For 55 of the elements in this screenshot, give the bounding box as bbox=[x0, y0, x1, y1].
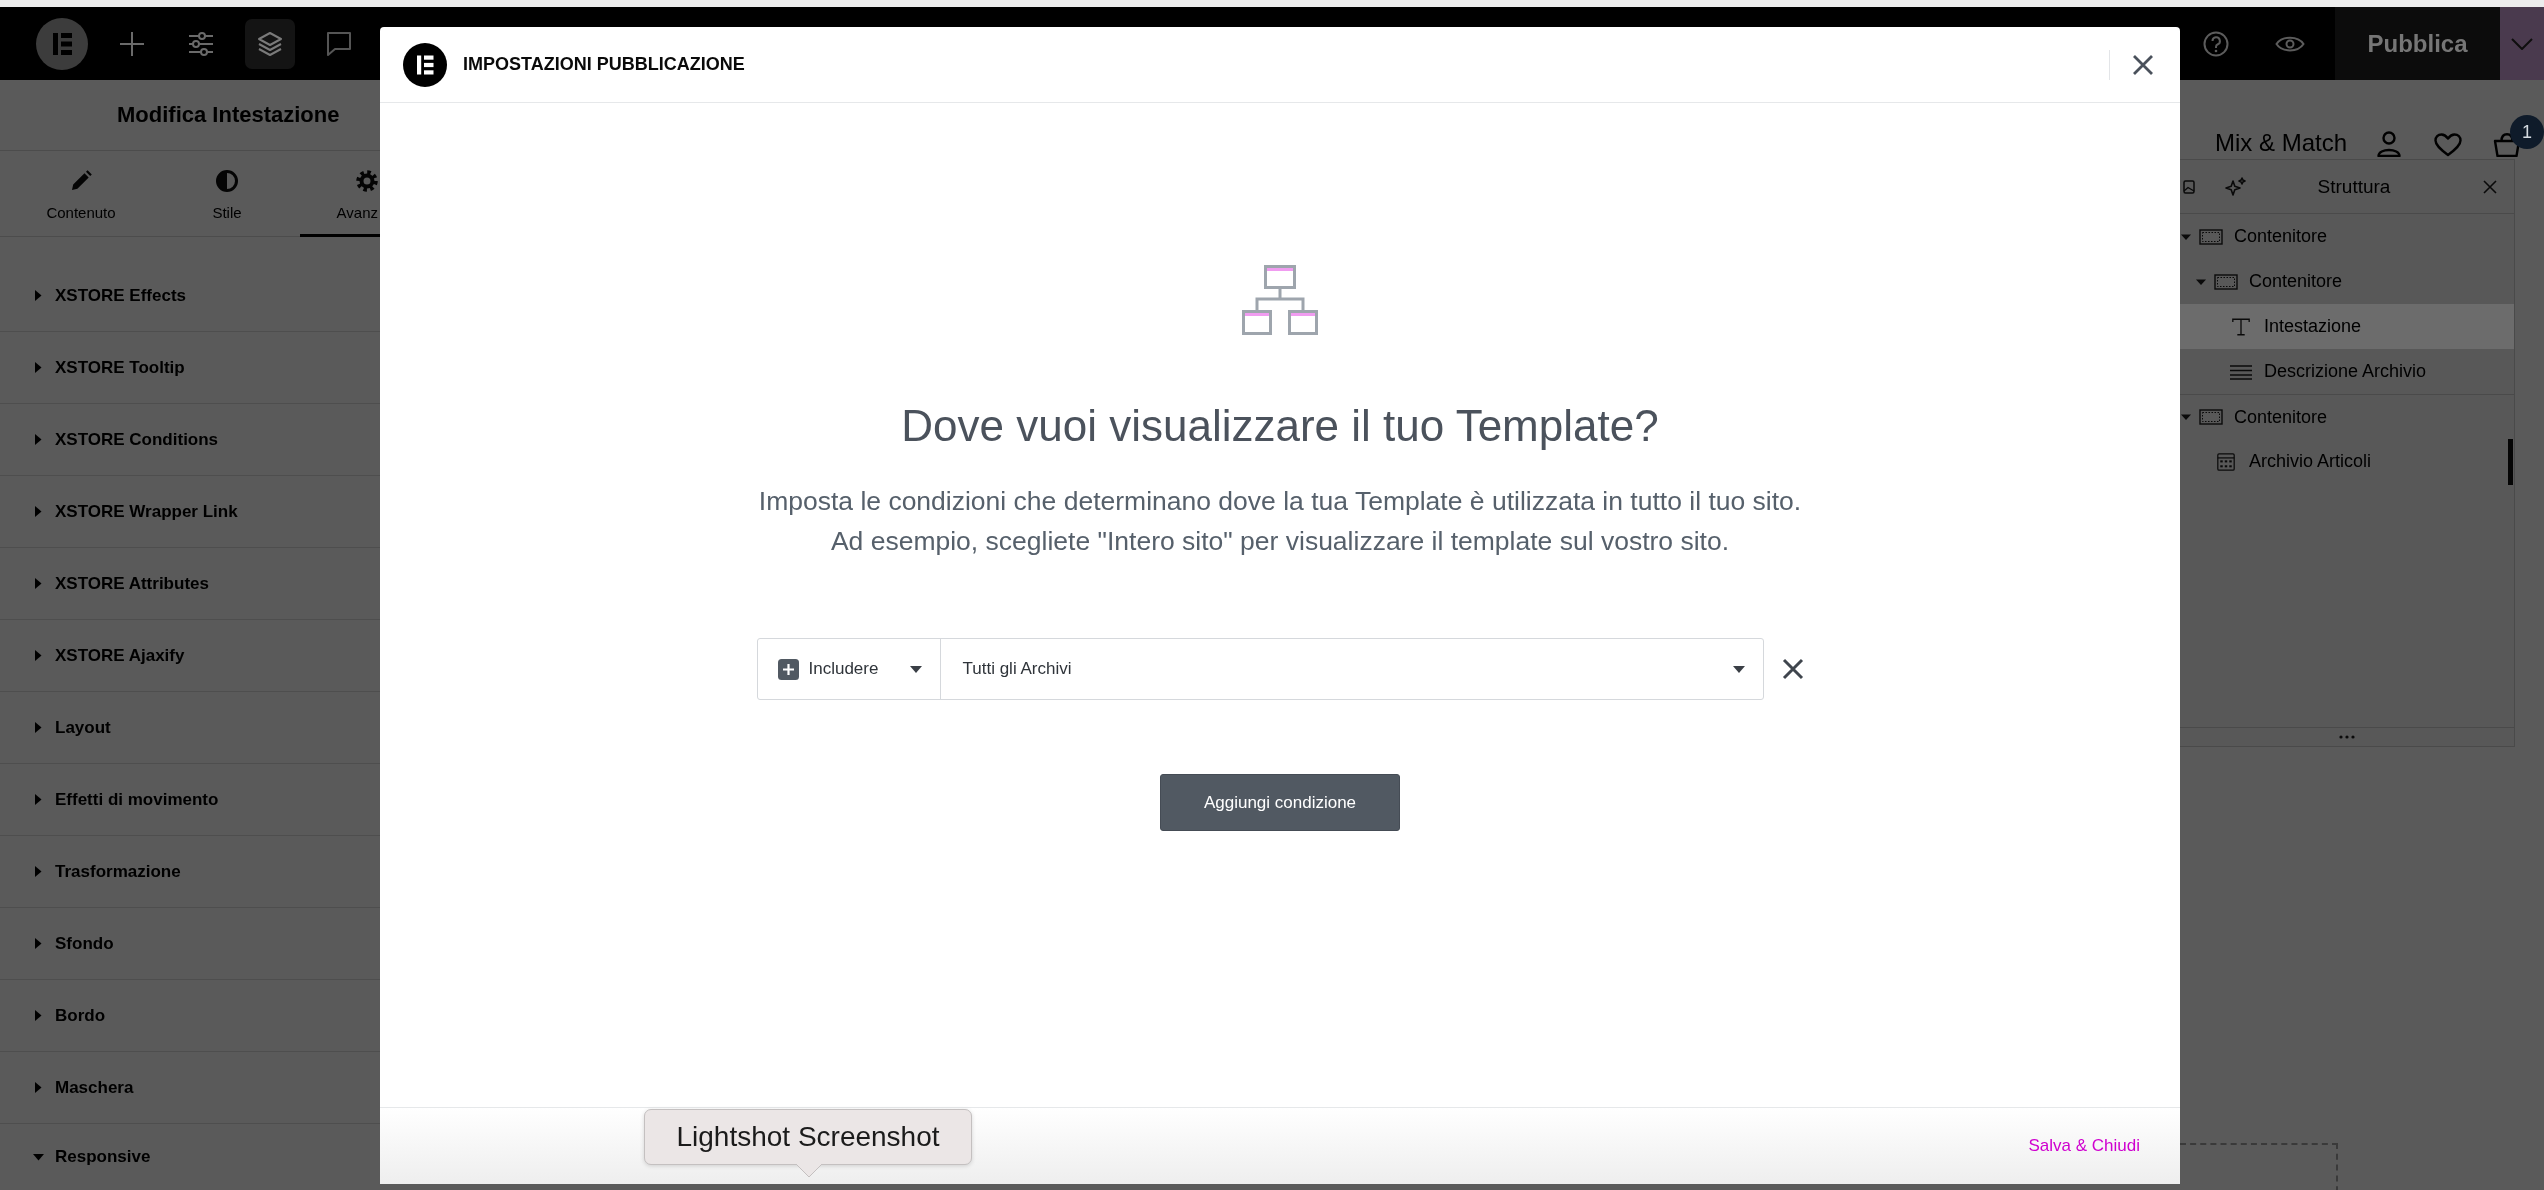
plus-icon[interactable] bbox=[119, 30, 145, 57]
text-lines-icon bbox=[2229, 362, 2253, 381]
publish-button[interactable]: Pubblica bbox=[2335, 7, 2500, 80]
description-text: Imposta le condizioni che determinano dove la tua Template è utilizzata in tutto il tuo sito. bbox=[758, 485, 1802, 518]
grid-icon bbox=[2214, 452, 2238, 471]
scrollbar-thumb[interactable] bbox=[2508, 439, 2513, 485]
panel-tab[interactable]: Stile bbox=[154, 151, 300, 237]
cart-count-badge: 1 bbox=[2510, 115, 2544, 149]
plus-square-icon bbox=[777, 658, 799, 680]
condition-value-select[interactable]: Tutti gli Archivi bbox=[940, 639, 1763, 699]
panel-tab[interactable]: Contenuto bbox=[8, 151, 154, 237]
panel-title: Struttura bbox=[2316, 175, 2392, 198]
chat-icon[interactable] bbox=[326, 30, 352, 57]
gear-icon bbox=[356, 170, 378, 192]
logo-icon bbox=[403, 42, 447, 87]
help-icon[interactable] bbox=[2203, 30, 2229, 57]
image-icon[interactable] bbox=[2183, 179, 2195, 194]
tree-item[interactable]: Contenitore bbox=[2180, 259, 2514, 304]
dialog-title: IMPOSTAZIONI PUBBLICAZIONE bbox=[463, 54, 745, 75]
tooltip: Lightshot Screenshot bbox=[644, 1109, 972, 1165]
user-icon[interactable] bbox=[2377, 131, 2401, 157]
logo-icon[interactable] bbox=[36, 17, 88, 70]
condition-type-select[interactable]: Includere bbox=[757, 639, 941, 699]
add-condition-button[interactable]: Aggiungi condizione bbox=[1160, 774, 1400, 831]
sliders-icon[interactable] bbox=[188, 30, 214, 57]
container-icon bbox=[2199, 408, 2223, 426]
close-icon[interactable] bbox=[2132, 53, 2154, 76]
sparkle-icon[interactable] bbox=[2225, 176, 2247, 197]
caret-icon[interactable] bbox=[2181, 412, 2191, 422]
heading-icon bbox=[2229, 317, 2253, 336]
tree-item[interactable]: Archivio Articoli bbox=[2180, 439, 2514, 484]
tooltip-pointer-icon bbox=[796, 1164, 822, 1178]
dialog-heading: Dove vuoi visualizzare il tuo Template? bbox=[901, 401, 1659, 451]
chevron-down-icon bbox=[2511, 37, 2533, 50]
section-header[interactable]: Responsive bbox=[0, 1124, 380, 1190]
tree-item[interactable]: Intestazione bbox=[2180, 304, 2514, 349]
drag-handle-icon[interactable] bbox=[2339, 735, 2355, 739]
caret-down-icon bbox=[1732, 665, 1745, 673]
close-icon[interactable] bbox=[1781, 658, 1804, 680]
panel-title: Modifica Intestazione bbox=[117, 102, 340, 128]
heart-icon[interactable] bbox=[2434, 133, 2462, 157]
container-icon bbox=[2199, 227, 2223, 246]
shopping-bag-icon[interactable] bbox=[2493, 133, 2521, 157]
tree-item[interactable]: Contenitore bbox=[2180, 214, 2514, 259]
save-close-link[interactable]: Salva & Chiudi bbox=[2028, 1136, 2140, 1156]
container-icon bbox=[2214, 272, 2238, 291]
layers-button[interactable] bbox=[245, 18, 295, 69]
tree-item[interactable]: Contenitore bbox=[2180, 394, 2514, 439]
tree-item[interactable]: Descrizione Archivio bbox=[2180, 349, 2514, 394]
description-text: Ad esempio, scegliete "Intero sito" per visualizzare il template sul vostro sito. bbox=[829, 525, 1731, 558]
caret-down-icon bbox=[909, 665, 922, 673]
site-logo: Mix & Match bbox=[2214, 129, 2347, 157]
pencil-icon bbox=[70, 170, 92, 192]
contrast-icon bbox=[216, 170, 238, 192]
layers-icon bbox=[257, 30, 283, 57]
